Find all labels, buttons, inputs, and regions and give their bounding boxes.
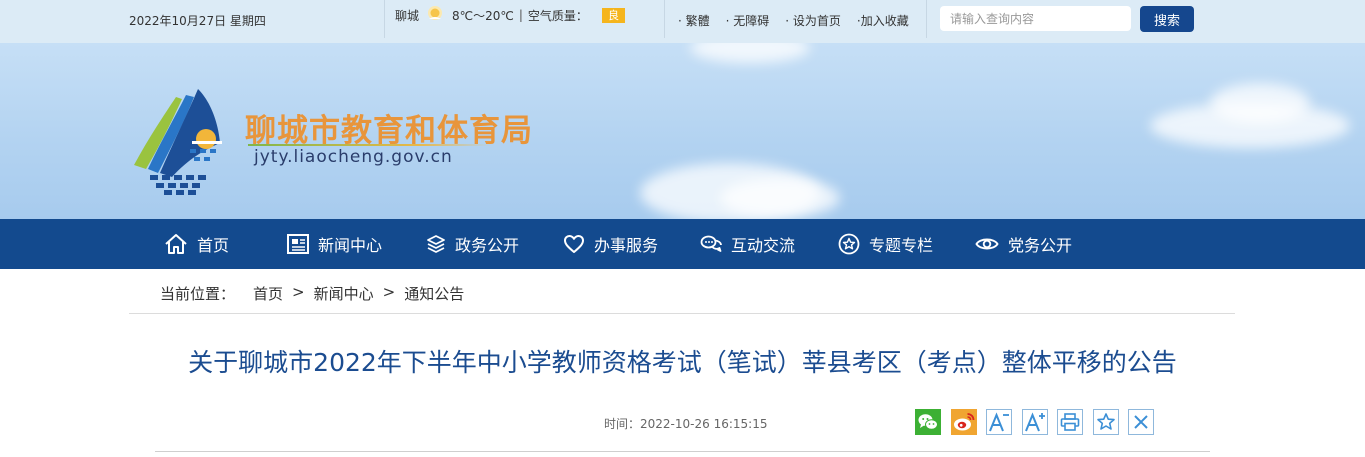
air-quality-label: 空气质量： (527, 8, 588, 23)
eye-icon (975, 238, 999, 250)
breadcrumb-separator: > (382, 283, 396, 301)
layers-icon (427, 235, 445, 253)
font-decrease-icon[interactable] (986, 409, 1012, 435)
home-icon (165, 234, 187, 254)
divider (129, 313, 1235, 314)
link-add-favorite[interactable]: ·加入收藏 (857, 12, 909, 29)
nav-item-news[interactable]: 新闻中心 (287, 219, 382, 269)
cloud-decoration (720, 178, 840, 218)
site-domain: jyty.liaocheng.gov.cn (254, 147, 453, 167)
weather-widget: 聊城 8℃～20℃ | 空气质量： 良 (395, 5, 625, 26)
air-quality-badge: 良 (601, 7, 625, 23)
link-set-homepage[interactable]: · 设为首页 (785, 12, 841, 29)
divider (664, 0, 665, 38)
wechat-share-icon[interactable] (915, 409, 941, 435)
breadcrumb-label: 当前位置： (160, 285, 236, 303)
weather-separator: | (518, 8, 523, 22)
search-input[interactable] (940, 6, 1131, 31)
favorite-icon[interactable] (1092, 409, 1119, 435)
breadcrumb: 当前位置： 首页 > 新闻中心 > 通知公告 (160, 283, 464, 304)
sun-icon (426, 5, 444, 26)
chat-icon (700, 235, 722, 252)
star-circle-icon (838, 233, 860, 255)
publish-time-label: 时间： (604, 417, 641, 431)
search-button[interactable]: 搜索 (1140, 6, 1194, 32)
site-banner: 聊城市教育和体育局 jyty.liaocheng.gov.cn (0, 43, 1365, 219)
link-traditional-chinese[interactable]: · 繁體 (678, 12, 710, 29)
breadcrumb-separator: > (292, 283, 305, 301)
link-accessibility[interactable]: · 无障碍 (726, 12, 770, 29)
bureau-logo-icon[interactable] (130, 87, 226, 195)
site-name-underline (248, 144, 491, 146)
nav-item-label: 办事服务 (594, 236, 659, 255)
newspaper-icon (287, 234, 309, 254)
main-nav: 首页 新闻中心 政务公开 办事服务 互动交流 专题专栏 党务公开 (0, 219, 1365, 269)
font-increase-icon[interactable] (1021, 409, 1048, 435)
weibo-share-icon[interactable] (950, 409, 977, 435)
current-date: 2022年10月27日 星期四 (129, 14, 266, 28)
nav-item-home[interactable]: 首页 (164, 219, 229, 269)
divider (384, 0, 385, 38)
divider (155, 451, 1210, 452)
article-title: 关于聊城市2022年下半年中小学教师资格考试（笔试）莘县考区（考点）整体平移的公… (188, 348, 1177, 377)
nav-item-services[interactable]: 办事服务 (563, 219, 658, 269)
nav-item-label: 党务公开 (1008, 236, 1073, 255)
nav-item-label: 专题专栏 (869, 236, 934, 255)
heart-icon (564, 235, 584, 253)
article-toolbar (915, 409, 1164, 435)
nav-item-label: 新闻中心 (318, 236, 383, 255)
weather-temperature: 8℃～20℃ (452, 8, 514, 23)
article-meta: 时间：2022-10-26 16:15:15 (604, 415, 767, 432)
nav-item-special-topics[interactable]: 专题专栏 (838, 219, 933, 269)
publish-time: 2022-10-26 16:15:15 (640, 417, 768, 431)
top-links: · 繁體 · 无障碍 · 设为首页 ·加入收藏 (678, 12, 925, 29)
breadcrumb-home[interactable]: 首页 (253, 283, 283, 304)
breadcrumb-notices[interactable]: 通知公告 (404, 283, 464, 304)
divider (926, 0, 927, 38)
print-icon[interactable] (1057, 409, 1083, 435)
cloud-decoration (690, 43, 810, 63)
nav-item-label: 首页 (197, 236, 230, 255)
weather-city: 聊城 (395, 8, 420, 23)
cloud-decoration (1210, 83, 1310, 123)
top-bar: 2022年10月27日 星期四 聊城 8℃～20℃ | 空气质量： 良 · 繁體… (0, 0, 1365, 43)
nav-item-label: 互动交流 (731, 236, 796, 255)
nav-item-government-affairs[interactable]: 政务公开 (426, 219, 519, 269)
close-icon[interactable] (1128, 409, 1154, 435)
nav-item-interaction[interactable]: 互动交流 (700, 219, 795, 269)
breadcrumb-news-center[interactable]: 新闻中心 (314, 283, 374, 304)
nav-item-label: 政务公开 (455, 236, 520, 255)
nav-item-party-affairs[interactable]: 党务公开 (975, 219, 1072, 269)
